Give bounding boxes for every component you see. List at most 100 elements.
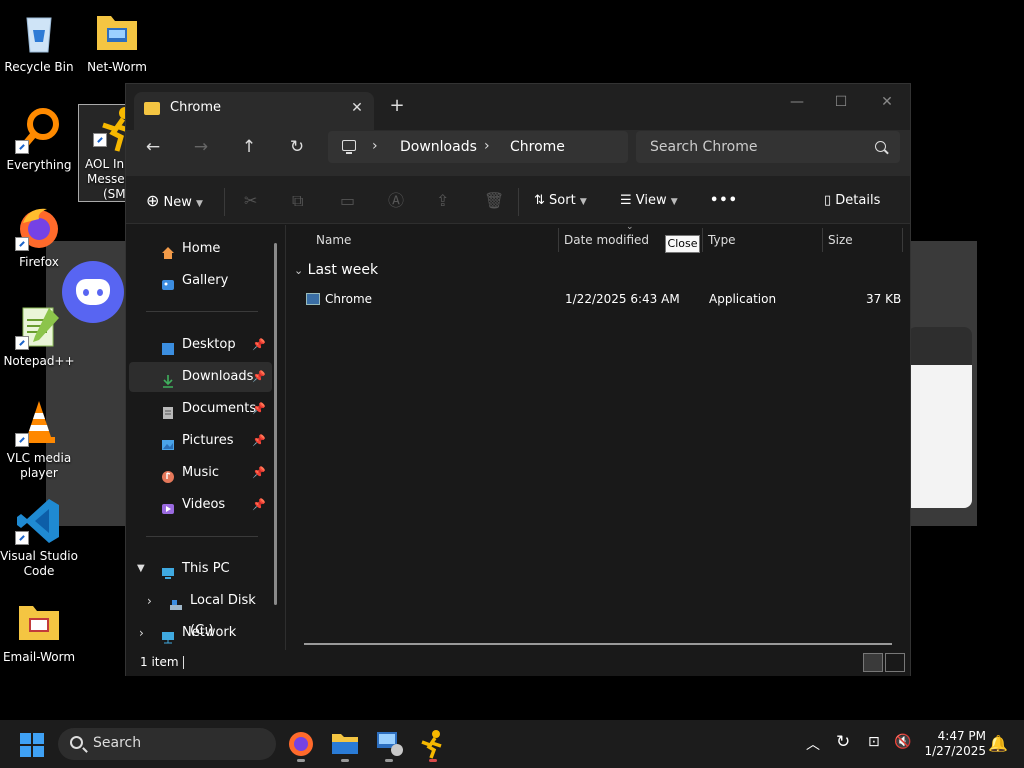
taskbar-network-app-icon[interactable] xyxy=(373,728,405,762)
desktop-icon-net-worm[interactable]: Net-Worm xyxy=(78,8,156,75)
details-view-toggle-icon[interactable] xyxy=(863,653,883,672)
desktop-icon-label: Net-Worm xyxy=(87,60,147,74)
forward-button[interactable]: → xyxy=(184,132,218,162)
desktop-icon-vscode[interactable]: Visual Studio Code xyxy=(0,497,78,579)
everything-search-icon xyxy=(15,106,63,154)
sidebar-item-label: Videos xyxy=(182,497,226,512)
column-header-date-modified[interactable]: Date modified xyxy=(564,233,649,247)
tab-chrome[interactable]: Chrome ✕ xyxy=(134,92,374,130)
column-header-name[interactable]: Name xyxy=(316,233,351,247)
new-button[interactable]: ⊕ New ▼ xyxy=(146,188,203,214)
discord-icon[interactable] xyxy=(62,261,124,323)
sidebar-item-this-pc[interactable]: ▼ This PC xyxy=(129,554,272,584)
view-button[interactable]: ☰ View ▼ xyxy=(620,188,678,214)
address-bar[interactable]: › Downloads › Chrome xyxy=(328,131,628,163)
home-icon xyxy=(161,242,175,259)
windows-start-icon[interactable] xyxy=(20,733,44,757)
taskbar-file-explorer-icon[interactable] xyxy=(329,728,361,762)
desktop-icon-label-line3: (SM xyxy=(103,187,126,201)
sidebar-item-local-disk[interactable]: › Local Disk (C:) xyxy=(129,586,272,638)
vlc-cone-icon xyxy=(15,399,63,447)
desktop-icon-everything[interactable]: Everything xyxy=(0,106,78,173)
system-clock[interactable]: 4:47 PM 1/27/2025 xyxy=(920,729,986,759)
breadcrumb-downloads[interactable]: Downloads xyxy=(400,139,477,155)
column-divider[interactable] xyxy=(558,228,559,252)
picture-icon xyxy=(161,434,175,450)
sidebar-item-pictures[interactable]: Pictures 📌 xyxy=(129,426,272,456)
chevron-right-icon[interactable]: › xyxy=(147,586,152,616)
desktop-icon-aol-instant-messenger[interactable]: AOL In Messen (SM xyxy=(78,104,128,202)
chevron-right-icon[interactable]: › xyxy=(139,618,144,648)
details-pane-icon: ▯ xyxy=(824,193,832,208)
desktop-icon-label-line1: VLC media xyxy=(6,451,72,465)
sidebar-item-desktop[interactable]: Desktop 📌 xyxy=(129,330,272,360)
desktop-icon-email-worm[interactable]: Email-Worm xyxy=(0,598,78,665)
desktop-icon-vlc[interactable]: VLC media player xyxy=(0,399,78,481)
sidebar-item-downloads[interactable]: Downloads 📌 xyxy=(129,362,272,392)
sidebar-item-gallery[interactable]: Gallery xyxy=(129,266,272,296)
horizontal-scrollbar[interactable] xyxy=(304,643,892,645)
sidebar-item-label: Gallery xyxy=(182,273,229,288)
column-divider[interactable] xyxy=(902,228,903,252)
desktop-icon-label: Notepad++ xyxy=(3,354,75,368)
taskbar-aim-icon[interactable] xyxy=(417,728,449,762)
up-button[interactable]: ↑ xyxy=(232,132,266,162)
taskbar-search[interactable]: Search xyxy=(58,728,276,760)
maximize-button[interactable]: ☐ xyxy=(818,88,864,116)
column-header-type[interactable]: Type xyxy=(708,233,736,247)
desktop-icon-notepad-plus-plus[interactable]: Notepad++ xyxy=(0,302,78,369)
minimize-button[interactable]: — xyxy=(774,88,820,116)
sidebar-item-label: Network xyxy=(182,625,237,640)
search-box[interactable]: Search Chrome xyxy=(636,131,900,163)
network-tray-icon[interactable]: ⊡ xyxy=(868,734,880,750)
notification-bell-icon[interactable]: 🔔 xyxy=(988,734,1008,753)
group-header-label: Last week xyxy=(307,262,379,278)
delete-icon[interactable]: 🗑 xyxy=(484,188,504,214)
close-window-button[interactable]: ✕ xyxy=(864,88,910,116)
sort-button[interactable]: ⇅ Sort ▼ xyxy=(534,188,587,214)
clock-time: 4:47 PM xyxy=(937,729,986,743)
sidebar-item-videos[interactable]: Videos 📌 xyxy=(129,490,272,520)
group-header-last-week[interactable]: ⌄ Last week xyxy=(294,262,378,278)
toolbar-divider xyxy=(518,188,519,216)
chevron-down-icon[interactable]: ▼ xyxy=(137,554,145,584)
rename-icon[interactable]: Ⓐ xyxy=(388,188,404,214)
shortcut-arrow-icon xyxy=(15,140,29,154)
sidebar-scrollbar[interactable] xyxy=(274,243,277,605)
copy-icon[interactable]: ⧉ xyxy=(292,188,303,214)
back-button[interactable]: ← xyxy=(136,132,170,162)
see-more-button[interactable]: ••• xyxy=(710,188,738,214)
sidebar-item-documents[interactable]: Documents 📌 xyxy=(129,394,272,424)
desktop-icon-firefox[interactable]: Firefox xyxy=(0,203,78,270)
sidebar-item-network[interactable]: › Network xyxy=(129,618,272,648)
pin-icon: 📌 xyxy=(252,434,266,447)
column-header-size[interactable]: Size xyxy=(828,233,853,247)
view-button-label: View xyxy=(635,193,667,208)
cut-icon[interactable]: ✂ xyxy=(244,188,257,214)
sidebar-item-music[interactable]: Music 📌 xyxy=(129,458,272,488)
show-hidden-icons-chevron-icon[interactable]: ︿ xyxy=(806,734,820,754)
title-bar[interactable]: Chrome ✕ + — ☐ ✕ xyxy=(126,84,910,130)
close-tooltip: Close xyxy=(665,235,700,253)
details-pane-button[interactable]: ▯ Details xyxy=(824,188,880,214)
large-icons-view-toggle-icon[interactable] xyxy=(885,653,905,672)
view-icon: ☰ xyxy=(620,193,632,208)
refresh-button[interactable]: ↻ xyxy=(280,132,314,162)
sync-status-icon[interactable]: ↻ xyxy=(836,732,850,752)
breadcrumb-chrome[interactable]: Chrome xyxy=(510,139,565,155)
sidebar-item-label: This PC xyxy=(182,561,230,576)
desktop-icon-label-line2: Code xyxy=(23,564,55,578)
column-divider[interactable] xyxy=(822,228,823,252)
column-divider[interactable] xyxy=(702,228,703,252)
volume-muted-icon[interactable]: 🔇 xyxy=(894,734,911,750)
sidebar-item-home[interactable]: Home xyxy=(129,234,272,264)
sort-icon: ⇅ xyxy=(534,193,545,208)
new-tab-button[interactable]: + xyxy=(386,95,408,117)
share-icon[interactable]: ⇪ xyxy=(436,188,449,214)
paste-icon[interactable]: ▭ xyxy=(340,188,355,214)
desktop-icon-recycle-bin[interactable]: Recycle Bin xyxy=(0,8,78,75)
taskbar-firefox-icon[interactable] xyxy=(285,728,317,762)
close-tab-button[interactable]: ✕ xyxy=(346,97,368,119)
file-size: 37 KB xyxy=(866,292,902,306)
drive-icon xyxy=(169,594,183,610)
